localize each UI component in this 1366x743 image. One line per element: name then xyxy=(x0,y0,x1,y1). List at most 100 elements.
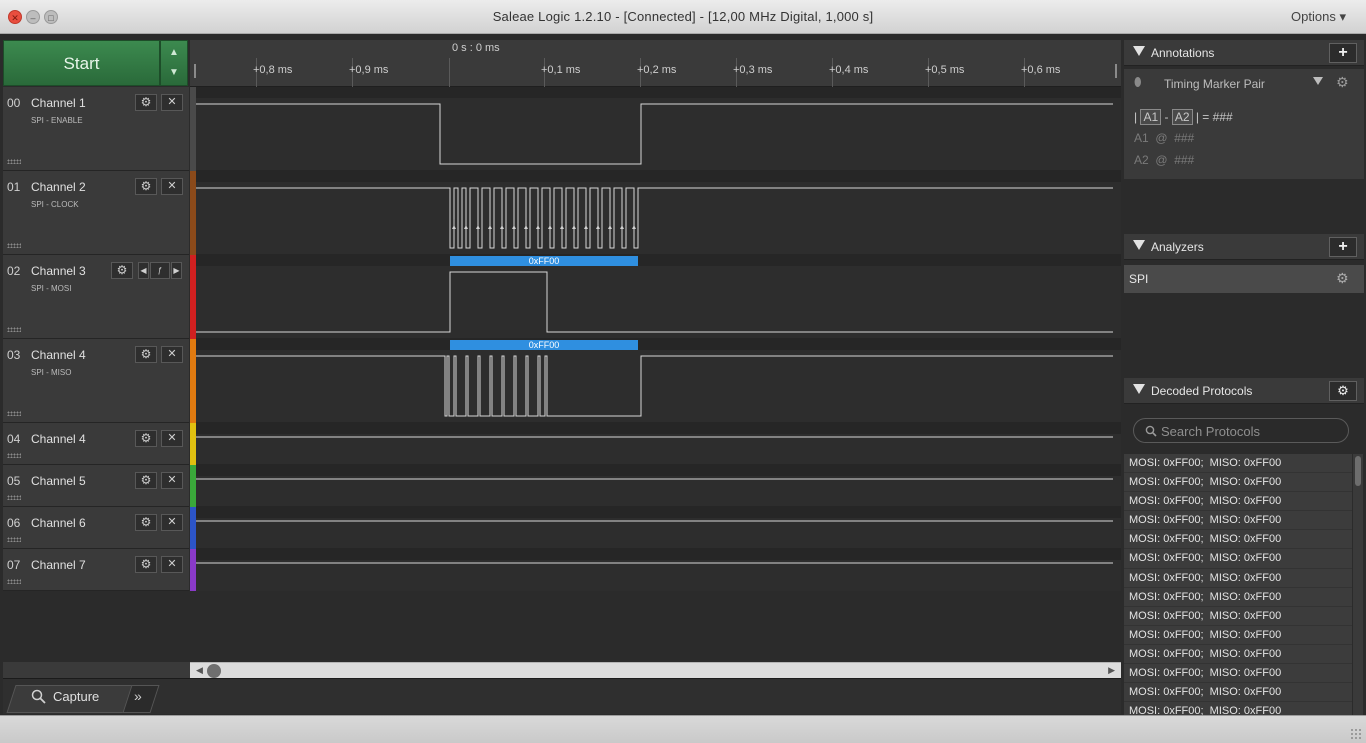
decoded-row[interactable]: MOSI: 0xFF00; MISO: 0xFF00 xyxy=(1124,645,1352,665)
analyzers-header[interactable]: Analyzers + xyxy=(1124,234,1364,260)
channel-name[interactable]: Channel 2 xyxy=(31,180,86,194)
timing-marker-pair-label: Timing Marker Pair xyxy=(1164,77,1265,91)
decoded-protocols-list[interactable]: MOSI: 0xFF00; MISO: 0xFF00 MOSI: 0xFF00;… xyxy=(1124,454,1352,716)
marker-settings-gear-icon[interactable]: ⚙ xyxy=(1336,74,1349,91)
drag-handle-icon[interactable] xyxy=(7,327,21,332)
channel-name[interactable]: Channel 7 xyxy=(31,558,86,572)
ruler-right-handle[interactable] xyxy=(1115,64,1117,78)
waveform-display[interactable]: 0xFF00 0xFF00 xyxy=(196,87,1121,591)
scroll-right-icon[interactable]: ▶ xyxy=(1108,665,1115,676)
analyzer-item-spi[interactable]: SPI ⚙ xyxy=(1124,265,1364,293)
tab-capture-label[interactable]: Capture xyxy=(53,689,99,704)
channel-name[interactable]: Channel 3 xyxy=(31,264,86,278)
channel-name[interactable]: Channel 5 xyxy=(31,474,86,488)
drag-handle-icon[interactable] xyxy=(7,453,21,458)
decoded-row[interactable]: MOSI: 0xFF00; MISO: 0xFF00 xyxy=(1124,626,1352,645)
decoded-list-scrollbar[interactable] xyxy=(1353,454,1363,715)
channel-row-1[interactable]: 01 Channel 2 SPI - CLOCK ⚙ ✕ xyxy=(3,171,189,255)
channel-hide-close-icon[interactable]: ✕ xyxy=(161,430,183,447)
decoded-row[interactable]: MOSI: 0xFF00; MISO: 0xFF00 xyxy=(1124,702,1352,716)
channel-row-2[interactable]: 02 Channel 3 SPI - MOSI ⚙ ◀ ƒ ▶ xyxy=(3,255,189,339)
decoded-row[interactable]: MOSI: 0xFF00; MISO: 0xFF00 xyxy=(1124,607,1352,626)
channel-settings-gear-icon[interactable]: ⚙ xyxy=(135,430,157,447)
decoded-row[interactable]: MOSI: 0xFF00; MISO: 0xFF00 xyxy=(1124,569,1352,588)
collapse-triangle-icon[interactable] xyxy=(1133,240,1145,250)
decoded-row[interactable]: MOSI: 0xFF00; MISO: 0xFF00 xyxy=(1124,473,1352,493)
decoded-row[interactable]: MOSI: 0xFF00; MISO: 0xFF00 xyxy=(1124,683,1352,703)
channel-row-7[interactable]: 07 Channel 7 ⚙ ✕ xyxy=(3,549,189,591)
previous-edge-icon[interactable]: ◀ xyxy=(138,262,149,279)
decoded-row[interactable]: MOSI: 0xFF00; MISO: 0xFF00 xyxy=(1124,511,1352,531)
add-analyzer-button[interactable]: + xyxy=(1329,237,1357,257)
drag-handle-icon[interactable] xyxy=(7,243,21,248)
arrow-down-icon[interactable]: ▼ xyxy=(161,61,187,81)
channel-settings-gear-icon[interactable]: ⚙ xyxy=(111,262,133,279)
channel-row-5[interactable]: 05 Channel 5 ⚙ ✕ xyxy=(3,465,189,507)
channel-hide-close-icon[interactable]: ✕ xyxy=(161,94,183,111)
drag-handle-icon[interactable] xyxy=(7,537,21,542)
dropdown-arrow-icon[interactable] xyxy=(1313,77,1323,85)
resize-grip-icon[interactable] xyxy=(1350,728,1362,740)
analyzer-settings-gear-icon[interactable]: ⚙ xyxy=(1336,270,1349,287)
marker-pin-icon[interactable]: ⬮ xyxy=(1134,75,1142,90)
channel-settings-gear-icon[interactable]: ⚙ xyxy=(135,178,157,195)
tab-more-label[interactable]: » xyxy=(134,688,142,704)
decoded-row[interactable]: MOSI: 0xFF00; MISO: 0xFF00 xyxy=(1124,664,1352,684)
decoded-row[interactable]: MOSI: 0xFF00; MISO: 0xFF00 xyxy=(1124,588,1352,607)
channel-hide-close-icon[interactable]: ✕ xyxy=(161,346,183,363)
decoded-row[interactable]: MOSI: 0xFF00; MISO: 0xFF00 xyxy=(1124,454,1352,474)
marker-a2-badge[interactable]: A2 xyxy=(1171,109,1193,125)
scroll-left-icon[interactable]: ◀ xyxy=(196,665,203,676)
channel-row-4[interactable]: 04 Channel 4 ⚙ ✕ xyxy=(3,423,189,465)
marker-a1-badge[interactable]: A1 xyxy=(1140,109,1162,125)
waveform-canvas[interactable]: 0xFF00 0xFF00 xyxy=(196,87,1121,591)
drag-handle-icon[interactable] xyxy=(7,159,21,164)
drag-handle-icon[interactable] xyxy=(7,579,21,584)
channel-number: 06 xyxy=(7,516,21,530)
channel-settings-gear-icon[interactable]: ⚙ xyxy=(135,346,157,363)
scroll-thumb[interactable] xyxy=(1355,456,1361,486)
collapse-triangle-icon[interactable] xyxy=(1133,46,1145,56)
channel-settings-gear-icon[interactable]: ⚙ xyxy=(135,556,157,573)
channel-settings-gear-icon[interactable]: ⚙ xyxy=(135,514,157,531)
channel-row-3[interactable]: 03 Channel 4 SPI - MISO ⚙ ✕ xyxy=(3,339,189,423)
decoded-row[interactable]: MOSI: 0xFF00; MISO: 0xFF00 xyxy=(1124,492,1352,512)
channel-name[interactable]: Channel 4 xyxy=(31,348,86,362)
add-annotation-button[interactable]: + xyxy=(1329,43,1357,63)
channel-row-0[interactable]: 00 Channel 1 SPI - ENABLE ⚙ ✕ xyxy=(3,87,189,171)
decoded-settings-gear-icon[interactable]: ⚙ xyxy=(1329,381,1357,401)
capture-settings-arrows[interactable]: ▲ ▼ xyxy=(160,40,188,86)
channel-name[interactable]: Channel 1 xyxy=(31,96,86,110)
channel-analyzer-label: SPI - ENABLE xyxy=(31,116,83,125)
drag-handle-icon[interactable] xyxy=(7,411,21,416)
timing-marker-pair-row[interactable]: ⬮ Timing Marker Pair ⚙ xyxy=(1124,69,1364,99)
channel-hide-close-icon[interactable]: ✕ xyxy=(161,178,183,195)
channel-name[interactable]: Channel 6 xyxy=(31,516,86,530)
drag-handle-icon[interactable] xyxy=(7,495,21,500)
timeline-ruler[interactable]: 0 s : 0 ms +0,8 ms +0,9 ms +0,1 ms +0,2 … xyxy=(190,40,1121,87)
decoded-row[interactable]: MOSI: 0xFF00; MISO: 0xFF00 xyxy=(1124,549,1352,569)
decoded-row[interactable]: MOSI: 0xFF00; MISO: 0xFF00 xyxy=(1124,530,1352,550)
timeline-horizontal-scrollbar[interactable]: ◀ ▶ xyxy=(190,662,1121,678)
channel-hide-close-icon[interactable]: ✕ xyxy=(161,556,183,573)
edge-type-icon[interactable]: ƒ xyxy=(150,262,170,279)
empty-channel-area xyxy=(3,591,1121,662)
channel-name[interactable]: Channel 4 xyxy=(31,432,86,446)
decoded-protocols-header[interactable]: Decoded Protocols ⚙ xyxy=(1124,378,1364,404)
collapse-triangle-icon[interactable] xyxy=(1133,384,1145,394)
start-capture-button[interactable]: Start xyxy=(3,40,160,86)
channel-hide-close-icon[interactable]: ✕ xyxy=(161,472,183,489)
channel-settings-gear-icon[interactable]: ⚙ xyxy=(135,472,157,489)
search-protocols-input[interactable]: Search Protocols xyxy=(1133,418,1349,443)
channel-analyzer-label: SPI - MOSI xyxy=(31,284,72,293)
options-menu[interactable]: Options ▾ xyxy=(1291,9,1346,25)
channel-hide-close-icon[interactable]: ✕ xyxy=(161,514,183,531)
scroll-thumb[interactable] xyxy=(207,664,221,678)
arrow-up-icon[interactable]: ▲ xyxy=(161,41,187,61)
channel-settings-gear-icon[interactable]: ⚙ xyxy=(135,94,157,111)
tick-line xyxy=(449,58,450,87)
next-edge-icon[interactable]: ▶ xyxy=(171,262,182,279)
channel-row-6[interactable]: 06 Channel 6 ⚙ ✕ xyxy=(3,507,189,549)
ruler-left-handle[interactable] xyxy=(194,64,196,78)
annotations-header[interactable]: Annotations + xyxy=(1124,40,1364,66)
